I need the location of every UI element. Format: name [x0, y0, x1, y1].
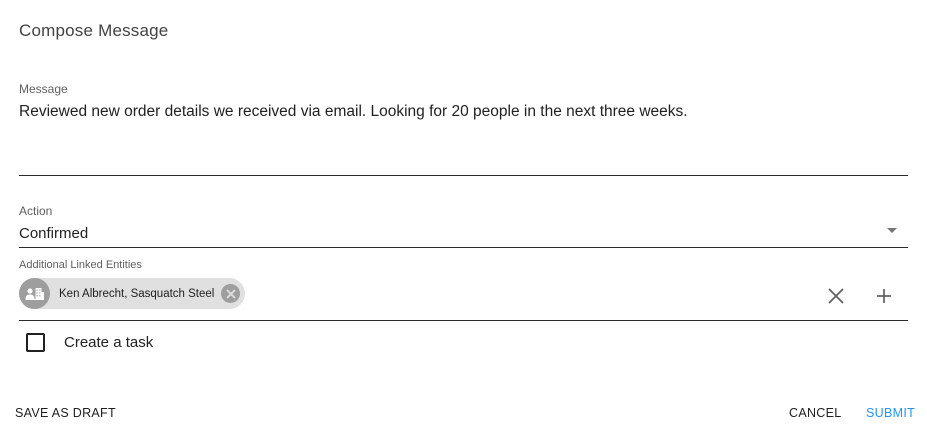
chip-label: Ken Albrecht, Sasquatch Steel — [59, 287, 215, 300]
save-as-draft-button[interactable]: SAVE AS DRAFT — [15, 406, 116, 420]
cancel-button[interactable]: CANCEL — [789, 406, 842, 420]
create-task-label: Create a task — [64, 334, 154, 351]
linked-entities-underline — [19, 320, 908, 321]
action-label: Action — [19, 204, 53, 218]
chip-remove-icon[interactable] — [221, 284, 241, 303]
message-label: Message — [19, 82, 68, 96]
message-underline — [19, 175, 908, 176]
plus-icon[interactable] — [872, 284, 896, 308]
compose-message-dialog: Compose Message Message Reviewed new ord… — [0, 0, 927, 430]
dropdown-caret-icon[interactable] — [887, 228, 897, 233]
dialog-title: Compose Message — [19, 21, 169, 40]
action-underline — [19, 247, 908, 248]
create-task-checkbox[interactable] — [26, 333, 45, 352]
message-textarea[interactable]: Reviewed new order details we received v… — [19, 103, 907, 121]
submit-button[interactable]: SUBMIT — [866, 406, 915, 420]
close-icon[interactable] — [824, 284, 848, 308]
linked-entity-chip[interactable]: Ken Albrecht, Sasquatch Steel — [19, 278, 245, 309]
contact-building-icon — [19, 278, 50, 309]
action-select[interactable]: Confirmed — [19, 225, 88, 242]
linked-entities-label: Additional Linked Entities — [19, 259, 142, 271]
create-task-row[interactable]: Create a task — [26, 333, 153, 352]
